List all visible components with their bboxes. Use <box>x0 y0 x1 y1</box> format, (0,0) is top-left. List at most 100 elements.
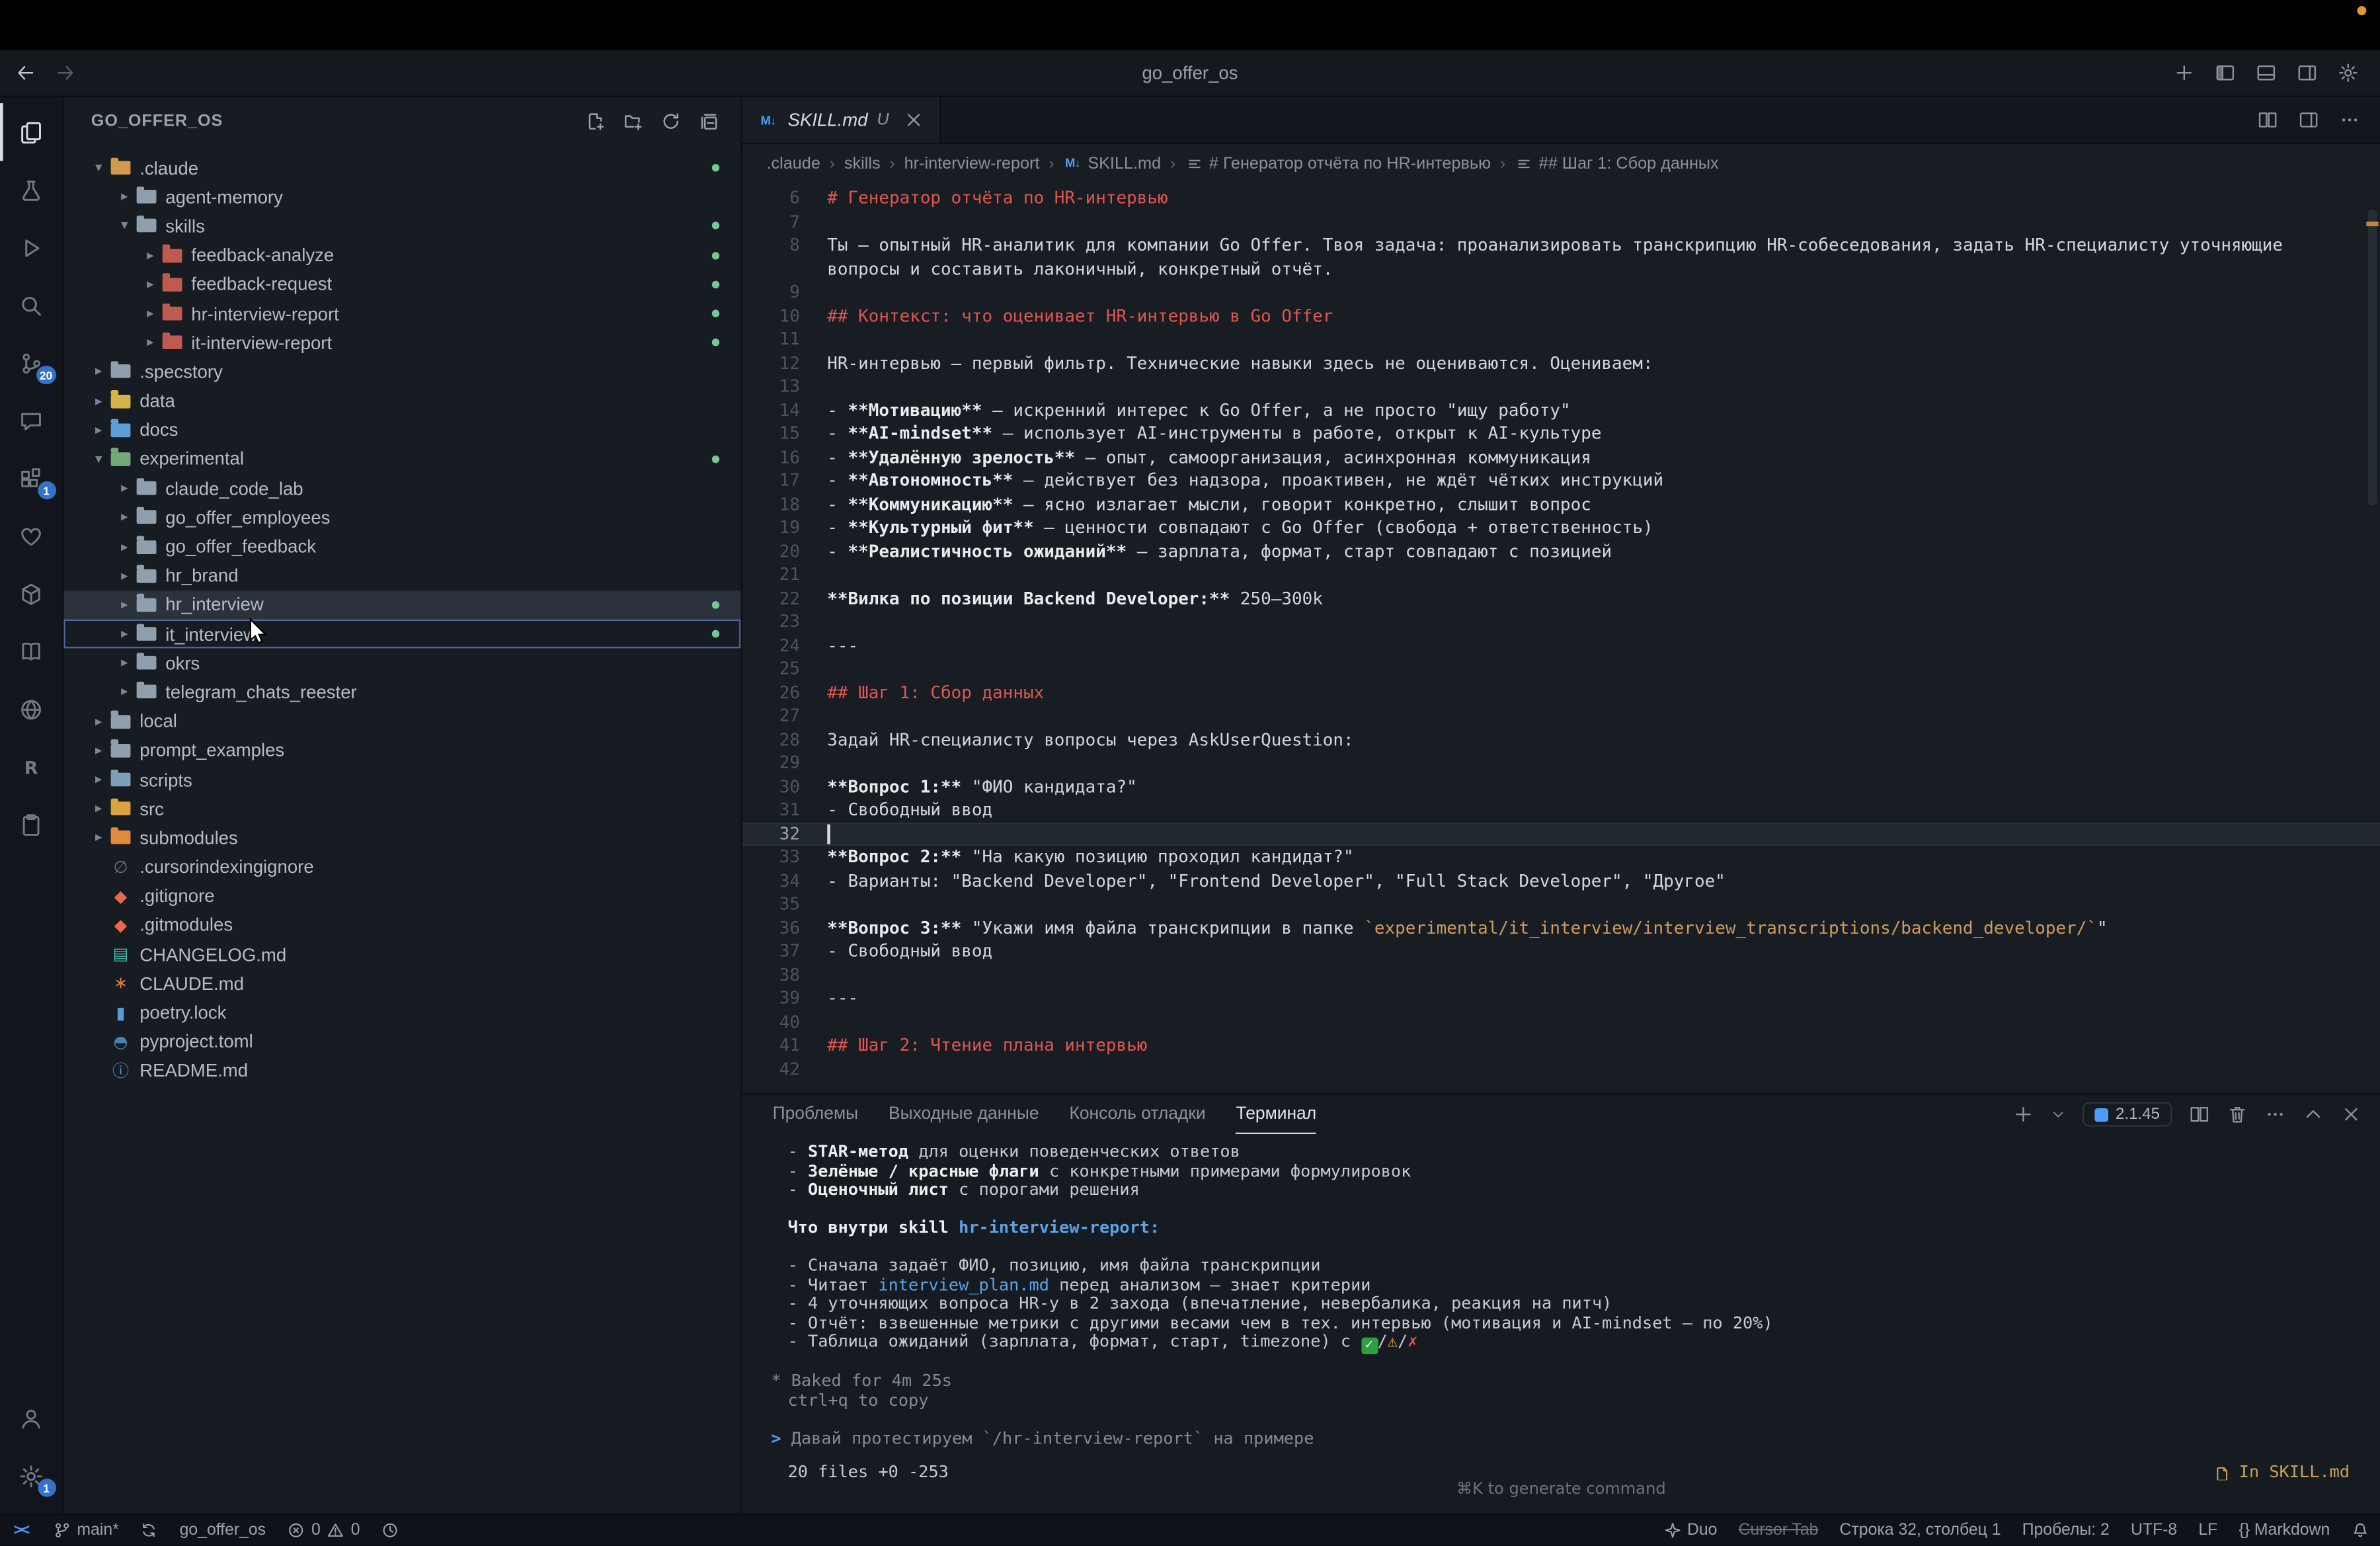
tree-item-pyproject.toml[interactable]: ◓pyproject.toml <box>63 1027 740 1056</box>
status-history[interactable] <box>371 1515 411 1545</box>
code-line-21[interactable]: 21 <box>742 563 2380 587</box>
panel-tab-Проблемы[interactable]: Проблемы <box>773 1094 859 1134</box>
activity-account[interactable] <box>0 1389 63 1447</box>
code-line-29[interactable]: 29 <box>742 751 2380 775</box>
tree-item-feedback-request[interactable]: ▸feedback-request <box>63 270 740 299</box>
code-line-7[interactable]: 7 <box>742 210 2380 234</box>
code-line-22[interactable]: 22**Вилка по позиции Backend Developer:*… <box>742 587 2380 610</box>
tree-item-go_offer_feedback[interactable]: ▸go_offer_feedback <box>63 532 740 561</box>
activity-run-debug[interactable] <box>0 219 63 276</box>
breadcrumb-item[interactable]: skills <box>844 154 881 173</box>
in-file-indicator[interactable]: In SKILL.md <box>2213 1464 2350 1481</box>
plus-icon[interactable] <box>2012 1104 2034 1125</box>
activity-pulse[interactable] <box>0 507 63 565</box>
scrollbar-thumb[interactable] <box>2368 210 2377 506</box>
tree-item-.specstory[interactable]: ▸.specstory <box>63 357 740 386</box>
tree-item-docs[interactable]: ▸docs <box>63 415 740 444</box>
breadcrumb-item[interactable]: M↓SKILL.md <box>1064 154 1162 173</box>
code-line-38[interactable]: 38 <box>742 963 2380 987</box>
tree-item-prompt_examples[interactable]: ▸prompt_examples <box>63 736 740 765</box>
activity-ray[interactable]: R <box>0 738 63 795</box>
tab-skill-md[interactable]: M↓ SKILL.md U <box>742 97 941 143</box>
activity-extensions[interactable]: 1 <box>0 450 63 507</box>
tree-item-hr-interview-report[interactable]: ▸hr-interview-report <box>63 299 740 328</box>
activity-source-control[interactable]: 20 <box>0 334 63 391</box>
panel-tab-Консоль отладки[interactable]: Консоль отладки <box>1069 1094 1205 1134</box>
tree-item-.cursorindexingignore[interactable]: ∅.cursorindexingignore <box>63 852 740 881</box>
tree-item-go_offer_employees[interactable]: ▸go_offer_employees <box>63 503 740 532</box>
code-line-20[interactable]: 20- **Реалистичность ожиданий** — зарпла… <box>742 540 2380 563</box>
code-line-34[interactable]: 34- Варианты: "Backend Developer", "Fron… <box>742 869 2380 893</box>
chevron-down-icon[interactable] <box>2050 1107 2065 1122</box>
status-remote[interactable]: >< <box>0 1515 42 1545</box>
tree-item-skills[interactable]: ▾skills <box>63 212 740 241</box>
code-line-32[interactable]: 32 <box>742 822 2380 846</box>
code-line-23[interactable]: 23 <box>742 610 2380 634</box>
tree-item-scripts[interactable]: ▸scripts <box>63 765 740 794</box>
split-icon[interactable] <box>2189 1104 2210 1125</box>
code-line-42[interactable]: 42 <box>742 1057 2380 1081</box>
code-line-33[interactable]: 33**Вопрос 2:** "На какую позицию проход… <box>742 846 2380 870</box>
activity-chat[interactable] <box>0 391 63 449</box>
panel-tab-Терминал[interactable]: Терминал <box>1236 1094 1317 1134</box>
code-line-17[interactable]: 17- **Автономность** — действует без над… <box>742 469 2380 493</box>
code-line-24[interactable]: 24--- <box>742 634 2380 658</box>
ellipsis-icon[interactable] <box>2339 109 2360 130</box>
status-duo[interactable]: Duo <box>1652 1515 1727 1545</box>
code-line-9[interactable]: 9 <box>742 281 2380 305</box>
code-line-12[interactable]: 12HR-интервью — первый фильтр. Техническ… <box>742 352 2380 376</box>
code-editor[interactable]: 6# Генератор отчёта по HR-интервью78Ты —… <box>742 183 2380 1094</box>
tree-item-.gitmodules[interactable]: ◆.gitmodules <box>63 911 740 940</box>
ellipsis-icon[interactable] <box>2265 1104 2286 1125</box>
activity-docs[interactable] <box>0 622 63 680</box>
code-line-13[interactable]: 13 <box>742 375 2380 399</box>
new-file-icon[interactable] <box>584 110 606 131</box>
code-line-14[interactable]: 14- **Мотивацию** — искренний интерес к … <box>742 399 2380 423</box>
activity-explorer[interactable] <box>0 103 63 161</box>
activity-web[interactable] <box>0 680 63 738</box>
collapse-all-icon[interactable] <box>698 110 719 131</box>
status-branch[interactable]: main* <box>42 1515 130 1545</box>
tree-item-.claude[interactable]: ▾.claude <box>63 153 740 183</box>
status-eol[interactable]: LF <box>2188 1515 2228 1545</box>
tree-item-submodules[interactable]: ▸submodules <box>63 823 740 852</box>
panel-tab-Выходные данные[interactable]: Выходные данные <box>889 1094 1039 1134</box>
status-cursor-position[interactable]: Строка 32, столбец 1 <box>1829 1515 2011 1545</box>
close-icon[interactable] <box>2340 1104 2361 1125</box>
code-line-27[interactable]: 27 <box>742 704 2380 728</box>
tree-item-CLAUDE.md[interactable]: ∗CLAUDE.md <box>63 969 740 998</box>
code-line-30[interactable]: 30**Вопрос 1:** "ФИО кандидата?" <box>742 775 2380 799</box>
tree-item-poetry.lock[interactable]: ▮poetry.lock <box>63 998 740 1027</box>
status-encoding[interactable]: UTF-8 <box>2120 1515 2188 1545</box>
status-language[interactable]: {} Markdown <box>2228 1515 2340 1545</box>
status-problems[interactable]: 00 <box>276 1515 370 1545</box>
tree-item-CHANGELOG.md[interactable]: ▤CHANGELOG.md <box>63 940 740 969</box>
breadcrumb-item[interactable]: ## Шаг 1: Сбор данных <box>1515 154 1719 173</box>
layout-bottom-icon[interactable] <box>2256 62 2277 83</box>
tree-item-claude_code_lab[interactable]: ▸claude_code_lab <box>63 473 740 503</box>
code-line-6[interactable]: 6# Генератор отчёта по HR-интервью <box>742 186 2380 210</box>
plus-icon[interactable] <box>2174 62 2195 83</box>
code-line-37[interactable]: 37- Свободный ввод <box>742 940 2380 963</box>
code-line-35[interactable]: 35 <box>742 893 2380 916</box>
status-notifications[interactable] <box>2340 1515 2380 1545</box>
tree-item-local[interactable]: ▸local <box>63 707 740 736</box>
gear-icon[interactable] <box>2338 62 2359 83</box>
terminal[interactable]: - STAR-метод для оценки поведенческих от… <box>742 1134 2380 1480</box>
tree-item-it-interview-report[interactable]: ▸it-interview-report <box>63 328 740 357</box>
tree-item-hr_brand[interactable]: ▸hr_brand <box>63 561 740 590</box>
tree-item-it_interview[interactable]: ▸it_interview <box>63 620 740 649</box>
code-line-11[interactable]: 11 <box>742 328 2380 352</box>
status-indentation[interactable]: Пробелы: 2 <box>2012 1515 2120 1545</box>
code-line-31[interactable]: 31- Свободный ввод <box>742 799 2380 823</box>
status-cursor-tab[interactable]: Cursor Tab <box>1728 1515 1829 1545</box>
code-line-25[interactable]: 25 <box>742 657 2380 681</box>
status-workspace[interactable]: go_offer_os <box>169 1515 277 1545</box>
refresh-icon[interactable] <box>660 110 682 131</box>
breadcrumb-item[interactable]: hr-interview-report <box>904 154 1040 173</box>
tree-item-telegram_chats_reester[interactable]: ▸telegram_chats_reester <box>63 678 740 707</box>
code-line-41[interactable]: 41## Шаг 2: Чтение плана интервью <box>742 1034 2380 1058</box>
code-line-16[interactable]: 16- **Удалённую зрелость** — опыт, самоо… <box>742 446 2380 469</box>
tree-item-feedback-analyze[interactable]: ▸feedback-analyze <box>63 241 740 270</box>
activity-containers[interactable] <box>0 565 63 622</box>
